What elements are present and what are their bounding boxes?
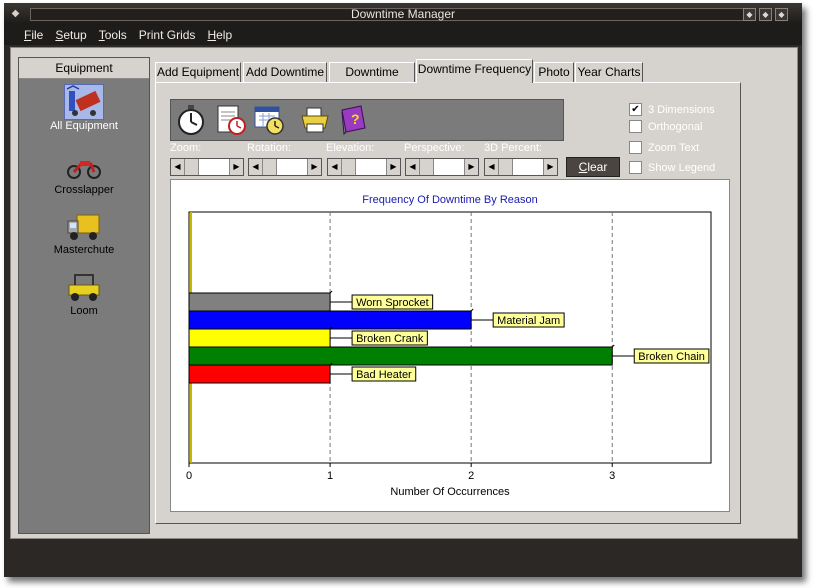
tab-downtime-frequency[interactable]: Downtime Frequency <box>416 59 533 83</box>
bar <box>188 292 331 312</box>
elevation-scrollbar[interactable]: ◀ ▶ <box>327 158 401 176</box>
bar-chart: 0 1 2 3 Number Of Occurrences Worn Sprocket Ma… <box>186 211 712 498</box>
sidebar-item-masterchute[interactable]: Masterchute <box>19 210 149 256</box>
menu-help[interactable]: Help <box>207 28 232 42</box>
sidebar-item-all-equipment[interactable]: All Equipment <box>19 84 149 132</box>
scroll-thumb[interactable] <box>420 159 434 175</box>
menu-tools[interactable]: Tools <box>99 28 127 42</box>
tab-year-charts[interactable]: Year Charts <box>575 62 643 82</box>
zoom-scrollbar[interactable]: ◀ ▶ <box>170 158 244 176</box>
option-show-legend[interactable]: Show Legend <box>629 161 715 174</box>
sidebar-item-label: Crosslapper <box>54 184 114 196</box>
scroll-left-icon[interactable]: ◀ <box>406 159 420 175</box>
equipment-sidebar: Equipment All Equipment Crosslapper Mast… <box>18 57 150 534</box>
scroll-left-icon[interactable]: ◀ <box>249 159 263 175</box>
menu-setup[interactable]: Setup <box>55 28 86 42</box>
maximize-icon[interactable]: ◆ <box>759 8 772 21</box>
perspective-label: Perspective: <box>404 142 465 154</box>
all-equipment-icon <box>64 84 104 120</box>
svg-text:?: ? <box>351 111 360 127</box>
bar-label: Broken Crank <box>356 333 424 345</box>
bar-label: Bad Heater <box>356 369 412 381</box>
sidebar-item-crosslapper[interactable]: Crosslapper <box>19 150 149 196</box>
checkbox-orthogonal[interactable] <box>629 120 642 133</box>
scroll-left-icon[interactable]: ◀ <box>485 159 499 175</box>
zoom-label: Zoom: <box>170 142 202 154</box>
x-tick-label: 3 <box>609 470 615 482</box>
bar-label: Worn Sprocket <box>356 297 429 309</box>
scroll-right-icon[interactable]: ▶ <box>386 159 400 175</box>
elevation-label: Elevation: <box>326 142 375 154</box>
3d-percent-label: 3D Percent: <box>484 142 543 154</box>
minimize-icon[interactable]: ◆ <box>743 8 756 21</box>
scroll-left-icon[interactable]: ◀ <box>328 159 342 175</box>
sidebar-item-label: Masterchute <box>53 244 115 256</box>
bar <box>188 328 331 348</box>
scroll-right-icon[interactable]: ▶ <box>229 159 243 175</box>
scroll-right-icon[interactable]: ▶ <box>464 159 478 175</box>
menu-bar: File Setup Tools Print Grids Help <box>4 25 802 45</box>
chart-toolbar: ? <box>170 99 564 141</box>
window-title: Downtime Manager <box>350 7 456 21</box>
clear-button[interactable]: Clear <box>566 157 620 177</box>
menu-print-grids[interactable]: Print Grids <box>139 28 196 42</box>
scroll-thumb[interactable] <box>499 159 513 175</box>
bar-label: Broken Chain <box>638 351 705 363</box>
tab-add-downtime[interactable]: Add Downtime <box>243 62 327 82</box>
scroll-left-icon[interactable]: ◀ <box>171 159 185 175</box>
motorcycle-icon <box>65 150 103 184</box>
sidebar-item-loom[interactable]: Loom <box>19 271 149 317</box>
x-tick-label: 0 <box>186 470 192 482</box>
rotation-label: Rotation: <box>247 142 292 154</box>
truck-icon <box>65 210 103 244</box>
bar <box>188 346 613 366</box>
jeep-icon <box>65 271 103 305</box>
bar-label: Material Jam <box>497 315 560 327</box>
perspective-scrollbar[interactable]: ◀ ▶ <box>405 158 479 176</box>
scroll-right-icon[interactable]: ▶ <box>307 159 321 175</box>
clock-report-icon[interactable] <box>215 104 247 136</box>
checkbox-zoom-text[interactable] <box>629 141 642 154</box>
bar <box>188 364 331 384</box>
sidebar-item-label: All Equipment <box>50 120 118 132</box>
3d-percent-scrollbar[interactable]: ◀ ▶ <box>484 158 558 176</box>
x-tick-label: 2 <box>468 470 474 482</box>
close-icon[interactable]: ◆ <box>775 8 788 21</box>
checkbox-3-dimensions[interactable]: ✔ <box>629 103 642 116</box>
main-window: ◆ Downtime Manager ◆ ◆ ◆ File Setup Tool… <box>4 3 802 577</box>
help-book-icon[interactable]: ? <box>337 104 369 136</box>
tab-downtime-stats[interactable]: Downtime Stats <box>329 62 415 98</box>
client-area: Equipment All Equipment Crosslapper Mast… <box>10 47 798 539</box>
sidebar-header: Equipment <box>19 58 149 79</box>
x-axis-label: Number Of Occurrences <box>390 486 510 498</box>
stopwatch-icon[interactable] <box>175 104 207 136</box>
tab-add-equipment[interactable]: Add Equipment <box>155 62 241 82</box>
tab-photo[interactable]: Photo <box>534 62 574 82</box>
menu-file[interactable]: File <box>24 28 43 42</box>
option-3-dimensions[interactable]: ✔ 3 Dimensions <box>629 103 715 116</box>
option-orthogonal[interactable]: Orthogonal <box>629 120 702 133</box>
sidebar-item-label: Loom <box>70 305 98 317</box>
scroll-thumb[interactable] <box>342 159 356 175</box>
option-zoom-text[interactable]: Zoom Text <box>629 141 699 154</box>
bar <box>188 310 472 330</box>
title-bar[interactable]: ◆ Downtime Manager ◆ ◆ ◆ <box>4 3 802 25</box>
printer-icon[interactable] <box>299 104 331 136</box>
scroll-thumb[interactable] <box>263 159 277 175</box>
scroll-thumb[interactable] <box>185 159 199 175</box>
calendar-clock-icon[interactable] <box>253 104 285 136</box>
checkbox-show-legend[interactable] <box>629 161 642 174</box>
x-tick-label: 1 <box>327 470 333 482</box>
chart-panel: Frequency Of Downtime By Reason 0 1 2 3 Numb… <box>170 179 730 512</box>
rotation-scrollbar[interactable]: ◀ ▶ <box>248 158 322 176</box>
scroll-right-icon[interactable]: ▶ <box>543 159 557 175</box>
